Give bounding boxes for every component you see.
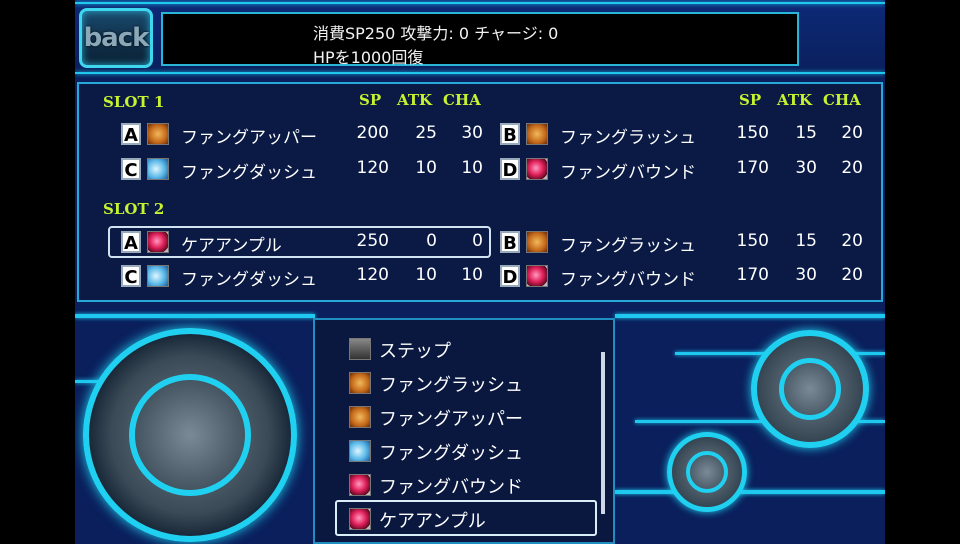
circuit-line <box>615 490 885 494</box>
skill-selection-menu: ステップファングラッシュ ファングアッパー ファングダッシュ ファングバウンド ケアアン… <box>313 318 615 544</box>
back-button-label: back <box>83 23 150 53</box>
skill-atk: 30 <box>795 158 817 178</box>
skill-atk: 15 <box>795 231 817 251</box>
menu-scrollbar[interactable] <box>601 352 605 514</box>
top-bar: back 消費SP250 攻撃力: 0 チャージ: 0 HPを1000回復 <box>75 0 885 74</box>
fist-icon <box>526 231 548 253</box>
skill-description-box: 消費SP250 攻撃力: 0 チャージ: 0 HPを1000回復 <box>161 12 799 67</box>
fist-icon <box>526 123 548 145</box>
skill-slot-row[interactable]: B ファングラッシュ 150 15 20 <box>79 122 879 148</box>
skill-name: ファングバウンド <box>560 163 696 183</box>
skill-cha: 20 <box>841 231 863 251</box>
skill-menu-item-label: ファングダッシュ <box>379 443 523 464</box>
slot-key-badge: B <box>500 123 520 146</box>
circuit-line <box>75 314 315 318</box>
dpad-dial[interactable] <box>83 328 297 542</box>
skill-menu-item-label: ファングアッパー <box>379 409 523 430</box>
slot-key-badge: B <box>500 231 520 254</box>
skill-slot-row[interactable]: B ファングラッシュ 150 15 20 <box>79 230 879 256</box>
slot-key-badge: D <box>500 265 520 288</box>
orb-icon <box>526 158 548 180</box>
orb-icon <box>526 265 548 287</box>
skill-slot-row[interactable]: D ファングバウンド 170 30 20 <box>79 264 879 290</box>
slot-panel: SLOT 1 SP ATK CHA SP ATK CHA SLOT 2 A ファン… <box>77 82 883 302</box>
skill-atk: 30 <box>795 265 817 285</box>
top-glow-line <box>75 2 885 4</box>
dash-icon <box>349 440 371 462</box>
col-sp-header: SP <box>359 91 382 109</box>
skill-cha: 20 <box>841 158 863 178</box>
skill-cha: 20 <box>841 123 863 143</box>
col-atk-header: ATK <box>397 91 433 109</box>
orb-icon <box>349 508 371 530</box>
skill-name: ファングラッシュ <box>560 128 696 148</box>
step-icon <box>349 338 371 360</box>
col-cha-header-right: CHA <box>823 91 861 109</box>
action-button-large[interactable] <box>751 330 869 448</box>
skill-sp: 170 <box>736 265 769 285</box>
top-bottom-glow-line <box>75 72 885 74</box>
fist-icon <box>349 406 371 428</box>
skill-menu-item-label: ファングバウンド <box>379 477 523 498</box>
circuit-line <box>615 314 885 318</box>
skill-menu-item-label: ケアアンプル <box>379 511 486 532</box>
slot-key-badge: D <box>500 158 520 181</box>
dpad-center[interactable] <box>129 374 251 496</box>
action-button-large-center <box>779 358 841 420</box>
skill-effect-text: HPを1000回復 <box>313 48 424 67</box>
back-button[interactable]: back <box>79 8 153 68</box>
skill-slot-row[interactable]: D ファングバウンド 170 30 20 <box>79 157 879 183</box>
skill-menu-item-label: ファングラッシュ <box>379 375 523 396</box>
skill-name: ファングラッシュ <box>560 236 696 256</box>
game-screen: back 消費SP250 攻撃力: 0 チャージ: 0 HPを1000回復 SL… <box>75 0 885 544</box>
skill-cha: 20 <box>841 265 863 285</box>
col-sp-header-right: SP <box>739 91 762 109</box>
col-cha-header: CHA <box>443 91 481 109</box>
skill-sp: 150 <box>736 123 769 143</box>
action-button-small-center <box>686 451 728 493</box>
action-button-small[interactable] <box>667 432 747 512</box>
skill-atk: 15 <box>795 123 817 143</box>
col-atk-header-right: ATK <box>777 91 813 109</box>
skill-name: ファングバウンド <box>560 270 696 290</box>
slot1-label: SLOT 1 <box>103 93 165 111</box>
skill-cost-text: 消費SP250 攻撃力: 0 チャージ: 0 <box>313 24 559 43</box>
fist-icon <box>349 372 371 394</box>
skill-sp: 170 <box>736 158 769 178</box>
orb-icon <box>349 474 371 496</box>
skill-sp: 150 <box>736 231 769 251</box>
skill-menu-item-label: ステップ <box>379 341 451 362</box>
slot2-label: SLOT 2 <box>103 200 165 218</box>
